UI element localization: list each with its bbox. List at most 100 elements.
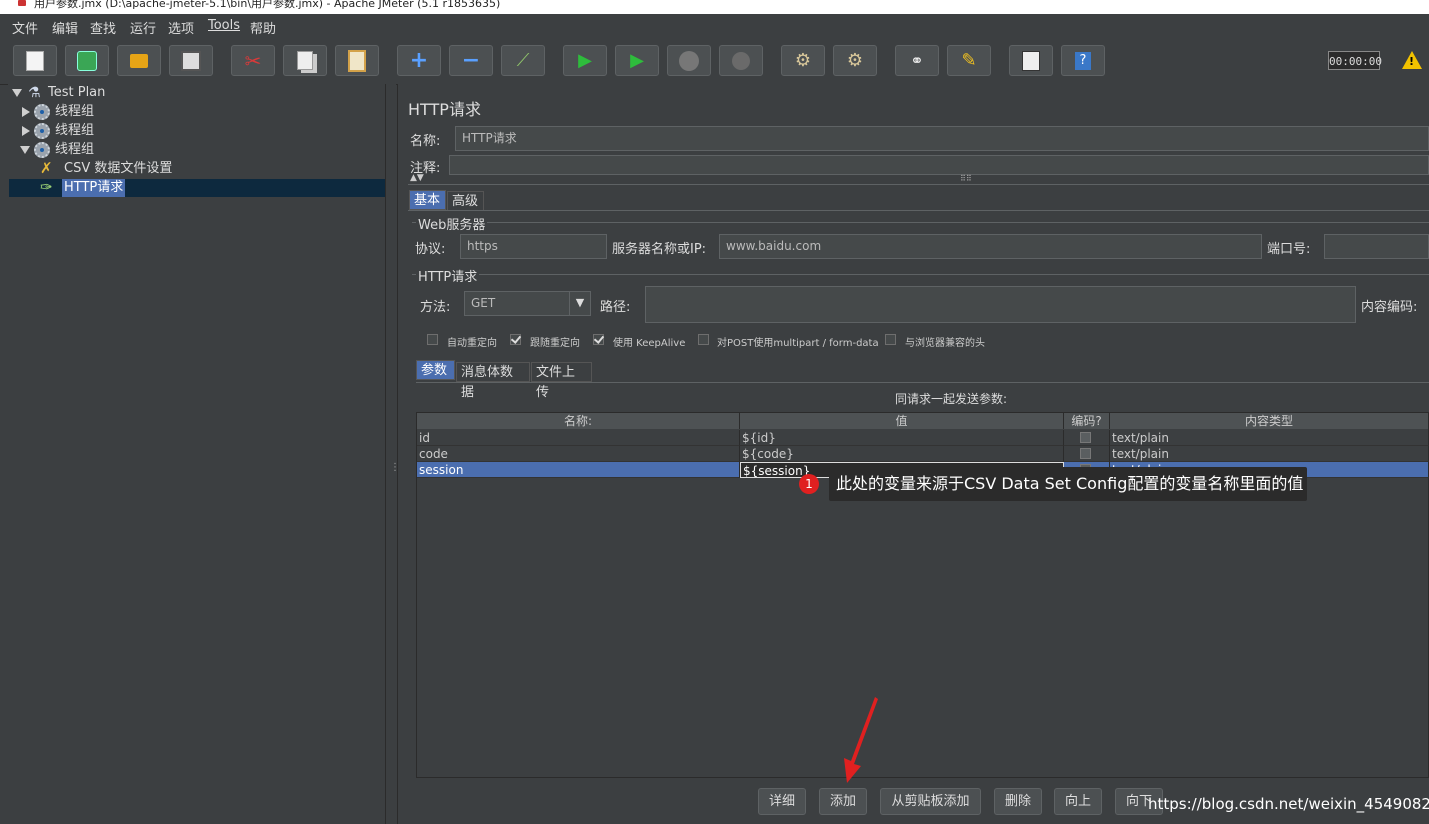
tab-file-upload[interactable]: 文件上传 xyxy=(531,362,592,400)
menu-options[interactable]: 选项 xyxy=(168,18,194,37)
collapse-arrow-icon[interactable] xyxy=(12,89,22,97)
paste-button[interactable] xyxy=(335,45,379,76)
move-up-button[interactable]: 向上 xyxy=(1054,788,1102,815)
open-button[interactable] xyxy=(117,45,161,76)
server-input[interactable]: www.baidu.com xyxy=(719,234,1262,259)
tab-parameters[interactable]: 参数 xyxy=(416,360,455,380)
cell-value[interactable]: ${code} xyxy=(740,446,1064,462)
collapse-arrow-icon[interactable] xyxy=(20,146,30,154)
start-icon: ▶ xyxy=(578,50,592,71)
copy-icon xyxy=(297,51,313,70)
follow-redirect-checkbox[interactable] xyxy=(510,334,521,345)
toggle-button[interactable]: ⟋ xyxy=(501,45,545,76)
add-button[interactable]: 添加 xyxy=(819,788,867,815)
toggle-icon: ⟋ xyxy=(516,50,530,71)
path-input[interactable] xyxy=(645,286,1356,323)
warning-mark: ! xyxy=(1409,55,1415,68)
function-helper-button[interactable] xyxy=(1009,45,1053,76)
protocol-input[interactable]: https xyxy=(460,234,607,259)
cell-content-type[interactable]: text/plain xyxy=(1110,430,1429,446)
menu-search[interactable]: 查找 xyxy=(90,18,116,37)
collapse-all-button[interactable]: − xyxy=(449,45,493,76)
help-button[interactable]: ? xyxy=(1061,45,1105,76)
expand-arrow-icon[interactable] xyxy=(22,107,30,117)
menu-edit[interactable]: 编辑 xyxy=(52,18,78,37)
cut-icon: ✂ xyxy=(244,48,262,73)
cell-content-type[interactable]: text/plain xyxy=(1110,446,1429,462)
reset-search-icon: ✎ xyxy=(961,50,977,71)
comment-input[interactable] xyxy=(449,155,1429,175)
column-header-content-type[interactable]: 内容类型 xyxy=(1110,413,1429,429)
clear-button[interactable]: ⚙ xyxy=(781,45,825,76)
tab-body-data[interactable]: 消息体数据 xyxy=(456,362,530,400)
tree-label: CSV 数据文件设置 xyxy=(64,161,173,176)
menu-help[interactable]: 帮助 xyxy=(250,18,276,37)
method-select[interactable]: GET ▼ xyxy=(464,291,591,316)
column-header-value[interactable]: 值 xyxy=(740,413,1064,429)
reset-search-button[interactable]: ✎ xyxy=(947,45,991,76)
add-from-clipboard-button[interactable]: 从剪贴板添加 xyxy=(880,788,981,815)
open-icon xyxy=(130,53,148,68)
delete-button[interactable]: 删除 xyxy=(994,788,1042,815)
params-caption: 同请求一起发送参数: xyxy=(895,392,1008,406)
gear-icon xyxy=(34,123,50,139)
cell-name[interactable]: session xyxy=(417,462,740,478)
cell-encode[interactable] xyxy=(1064,430,1110,446)
collapse-toggle-icon[interactable]: ▲▼ xyxy=(410,173,424,183)
web-server-group-border xyxy=(412,222,1429,223)
search-icon: ⚭ xyxy=(910,51,924,70)
tree-label: 线程组 xyxy=(55,123,95,138)
templates-button[interactable] xyxy=(65,45,109,76)
clear-all-button[interactable]: ⚙ xyxy=(833,45,877,76)
expand-arrow-icon[interactable] xyxy=(22,126,30,136)
stop-button[interactable] xyxy=(667,45,711,76)
menu-tools[interactable]: Tools xyxy=(208,18,240,33)
expand-all-button[interactable]: + xyxy=(397,45,441,76)
cell-name[interactable]: id xyxy=(417,430,740,446)
encode-checkbox[interactable] xyxy=(1080,448,1091,459)
cell-value[interactable]: ${id} xyxy=(740,430,1064,446)
column-header-encode[interactable]: 编码? xyxy=(1064,413,1110,429)
help-icon: ? xyxy=(1075,51,1091,70)
browser-headers-checkbox[interactable] xyxy=(885,334,896,345)
name-input[interactable]: HTTP请求 xyxy=(455,126,1429,151)
cell-name[interactable]: code xyxy=(417,446,740,462)
start-button[interactable]: ▶ xyxy=(563,45,607,76)
menu-bar: 文件 编辑 查找 运行 选项 Tools 帮助 xyxy=(0,14,1429,38)
divider-grip-icon[interactable]: ⠿⠿ xyxy=(960,174,972,183)
start-no-pause-button[interactable]: ▶ xyxy=(615,45,659,76)
path-label: 路径: xyxy=(600,300,631,315)
gear-icon xyxy=(34,142,50,158)
cut-button[interactable]: ✂ xyxy=(231,45,275,76)
multipart-checkbox[interactable] xyxy=(698,334,709,345)
column-header-name[interactable]: 名称: xyxy=(417,413,740,429)
port-input[interactable] xyxy=(1324,234,1429,259)
detail-button[interactable]: 详细 xyxy=(758,788,806,815)
tab-advanced[interactable]: 高级 xyxy=(447,191,484,211)
shutdown-button[interactable] xyxy=(719,45,763,76)
new-button[interactable] xyxy=(13,45,57,76)
cell-encode[interactable] xyxy=(1064,446,1110,462)
menu-file[interactable]: 文件 xyxy=(12,18,38,37)
tab-basic[interactable]: 基本 xyxy=(409,190,446,210)
keepalive-checkbox[interactable] xyxy=(593,334,604,345)
search-button[interactable]: ⚭ xyxy=(895,45,939,76)
window-title-bar: 用户参数.jmx (D:\apache-jmeter-5.1\bin\用户参数.… xyxy=(0,0,1429,14)
save-button[interactable] xyxy=(169,45,213,76)
clear-all-icon: ⚙ xyxy=(846,50,864,71)
name-label: 名称: xyxy=(410,134,441,149)
copy-button[interactable] xyxy=(283,45,327,76)
menu-run[interactable]: 运行 xyxy=(130,18,156,37)
page-title: HTTP请求 xyxy=(408,100,481,119)
collapse-icon: − xyxy=(461,48,481,73)
http-request-legend: HTTP请求 xyxy=(416,266,480,285)
window-title: 用户参数.jmx (D:\apache-jmeter-5.1\bin\用户参数.… xyxy=(34,0,501,10)
pane-splitter[interactable] xyxy=(386,84,396,824)
chevron-down-icon[interactable]: ▼ xyxy=(569,292,590,315)
pipette-icon: ✑ xyxy=(40,178,53,196)
function-helper-icon xyxy=(1022,50,1040,71)
encode-checkbox[interactable] xyxy=(1080,432,1091,443)
auto-redirect-checkbox[interactable] xyxy=(427,334,438,345)
save-icon xyxy=(181,50,201,71)
elapsed-timer: 00:00:00 xyxy=(1328,51,1382,70)
